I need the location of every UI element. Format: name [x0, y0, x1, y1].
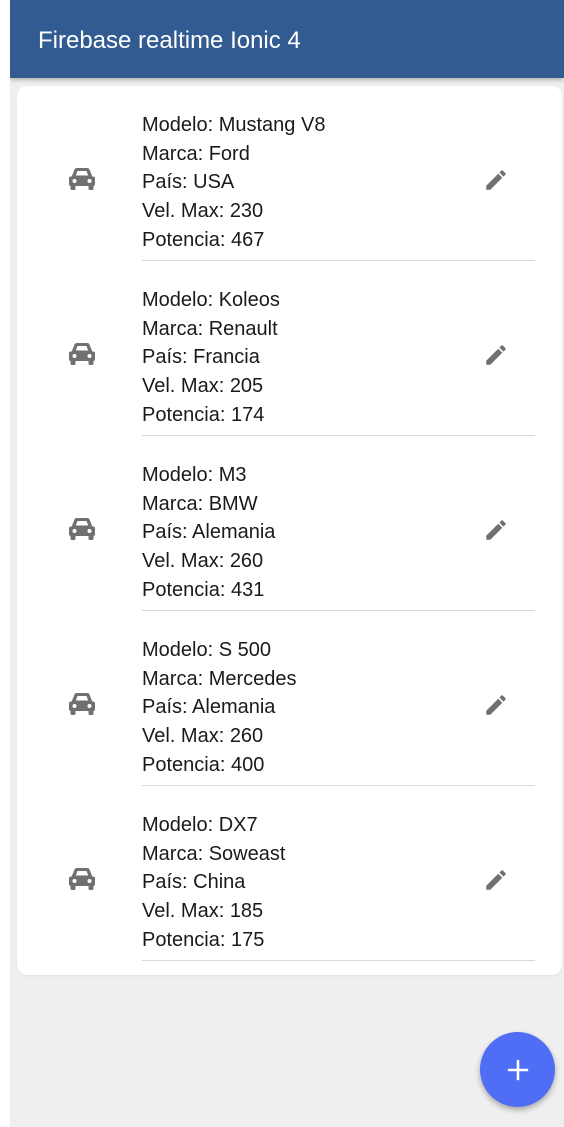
car-icon [69, 168, 95, 190]
car-icon [69, 868, 95, 890]
pencil-icon [486, 345, 506, 365]
car-max-speed: Vel. Max: 260 [142, 725, 264, 748]
car-info: Modelo: DX7 Marca: Soweast País: China V… [142, 811, 285, 954]
car-max-speed: Vel. Max: 185 [142, 900, 264, 923]
car-icon [69, 518, 95, 540]
car-info: Modelo: Mustang V8 Marca: Ford País: USA… [142, 111, 325, 254]
pencil-icon [486, 870, 506, 890]
car-brand: Marca: BMW [142, 492, 258, 515]
edit-button[interactable] [479, 688, 513, 722]
pencil-icon [486, 520, 506, 540]
car-brand: Marca: Mercedes [142, 667, 297, 690]
car-brand: Marca: Renault [142, 317, 278, 340]
page-title: Firebase realtime Ionic 4 [38, 27, 301, 54]
list-item: Modelo: DX7 Marca: Soweast País: China V… [17, 786, 562, 961]
plus-icon [507, 1059, 528, 1080]
add-car-button[interactable] [480, 1032, 555, 1107]
car-max-speed: Vel. Max: 205 [142, 375, 264, 398]
list-item: Modelo: M3 Marca: BMW País: Alemania Vel… [17, 436, 562, 611]
car-power: Potencia: 431 [142, 578, 265, 601]
header-toolbar: Firebase realtime Ionic 4 [10, 0, 564, 78]
list-item: Modelo: Koleos Marca: Renault País: Fran… [17, 261, 562, 436]
car-country: País: Francia [142, 346, 260, 369]
car-icon [69, 693, 95, 715]
list-item: Modelo: Mustang V8 Marca: Ford País: USA… [17, 86, 562, 261]
car-power: Potencia: 467 [142, 228, 265, 251]
car-model: Modelo: Koleos [142, 289, 280, 311]
car-power: Potencia: 174 [142, 403, 265, 426]
car-brand: Marca: Ford [142, 142, 250, 165]
list-item: Modelo: S 500 Marca: Mercedes País: Alem… [17, 611, 562, 786]
car-power: Potencia: 175 [142, 928, 265, 951]
app-root: Firebase realtime Ionic 4 Modelo: Mustan… [10, 0, 564, 1127]
car-model: Modelo: S 500 [142, 639, 271, 661]
car-max-speed: Vel. Max: 260 [142, 550, 264, 573]
car-country: País: USA [142, 171, 235, 194]
pencil-icon [486, 170, 506, 190]
car-list: Modelo: Mustang V8 Marca: Ford País: USA… [17, 86, 562, 975]
car-country: País: Alemania [142, 696, 276, 719]
car-info: Modelo: M3 Marca: BMW País: Alemania Vel… [142, 461, 275, 604]
edit-button[interactable] [479, 163, 513, 197]
car-icon [69, 343, 95, 365]
car-brand: Marca: Soweast [142, 842, 286, 865]
car-country: País: China [142, 871, 246, 894]
car-power: Potencia: 400 [142, 753, 265, 776]
edit-button[interactable] [479, 513, 513, 547]
car-model: Modelo: DX7 [142, 814, 258, 836]
car-model: Modelo: M3 [142, 464, 247, 486]
item-divider [142, 960, 535, 961]
car-max-speed: Vel. Max: 230 [142, 200, 264, 223]
edit-button[interactable] [479, 863, 513, 897]
car-country: País: Alemania [142, 521, 276, 544]
car-info: Modelo: Koleos Marca: Renault País: Fran… [142, 286, 280, 429]
car-model: Modelo: Mustang V8 [142, 114, 326, 136]
pencil-icon [486, 695, 506, 715]
edit-button[interactable] [479, 338, 513, 372]
car-info: Modelo: S 500 Marca: Mercedes País: Alem… [142, 636, 297, 779]
